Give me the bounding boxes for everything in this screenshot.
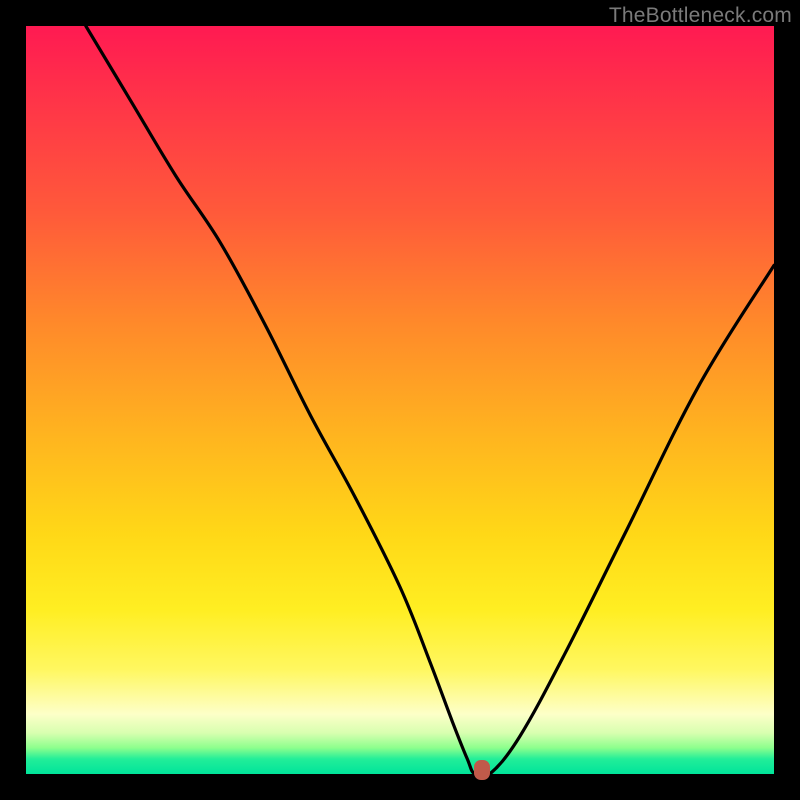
- watermark-text: TheBottleneck.com: [609, 4, 792, 28]
- chart-frame: TheBottleneck.com: [0, 0, 800, 800]
- optimum-marker: [474, 760, 490, 780]
- chart-plot-area: [26, 26, 774, 774]
- bottleneck-curve: [26, 26, 774, 774]
